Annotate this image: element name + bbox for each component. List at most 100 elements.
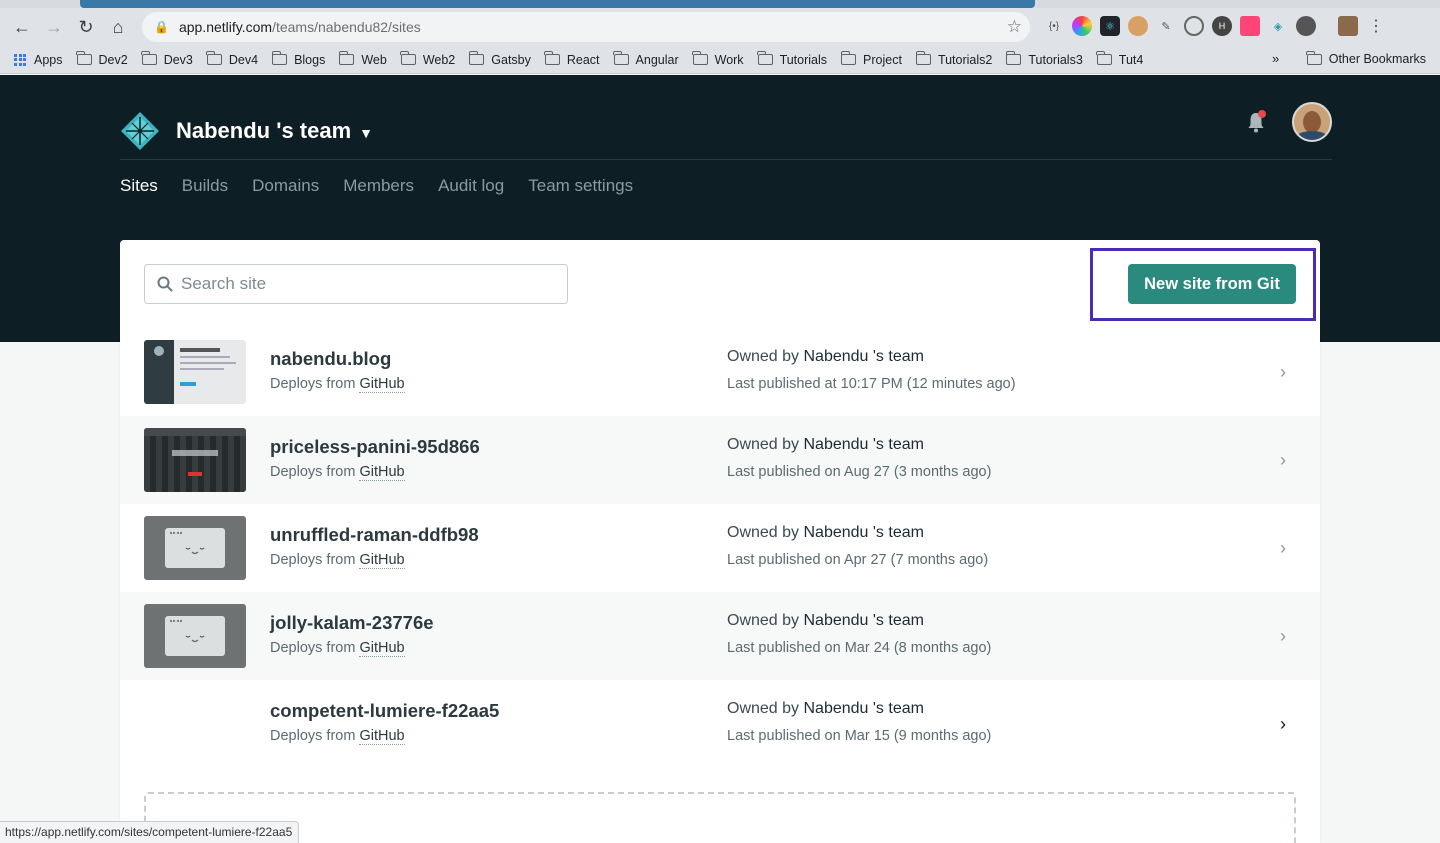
- bookmark-apps[interactable]: Apps: [14, 53, 63, 67]
- bookmark-folder[interactable]: Gatsby: [468, 51, 531, 67]
- folder-icon: [757, 51, 773, 65]
- site-deploy-info: Deploys from GitHub: [270, 552, 405, 569]
- bookmark-folder[interactable]: Tut4: [1096, 51, 1143, 67]
- bookmark-folder[interactable]: Project: [840, 51, 902, 67]
- tab-domains[interactable]: Domains: [252, 176, 319, 196]
- folder-icon: [692, 51, 708, 65]
- site-owner: Owned by Nabendu 's team: [727, 612, 924, 629]
- home-icon[interactable]: ⌂: [102, 11, 134, 43]
- site-owner: Owned by Nabendu 's team: [727, 524, 924, 541]
- deploy-source-link[interactable]: GitHub: [359, 640, 405, 657]
- tab-team-settings[interactable]: Team settings: [528, 176, 633, 196]
- bookmark-folder[interactable]: Tutorials: [757, 51, 827, 67]
- bookmark-folder[interactable]: Dev4: [206, 51, 258, 67]
- chevron-right-icon[interactable]: ›: [1280, 626, 1286, 647]
- tab-sites[interactable]: Sites: [120, 176, 158, 196]
- search-input[interactable]: [181, 274, 541, 294]
- team-switcher[interactable]: Nabendu 's team: [176, 118, 351, 144]
- other-bookmarks[interactable]: Other Bookmarks: [1306, 50, 1426, 66]
- site-name[interactable]: competent-lumiere-f22aa5: [270, 700, 499, 722]
- extension-color-icon[interactable]: [1072, 16, 1092, 36]
- site-name[interactable]: jolly-kalam-23776e: [270, 612, 434, 634]
- bookmark-folder[interactable]: Angular: [613, 51, 679, 67]
- bookmark-label: Gatsby: [491, 52, 531, 67]
- extensions: {•} ⚛ ✎ H ◈ ⋮: [1044, 16, 1386, 36]
- tab-builds[interactable]: Builds: [182, 176, 228, 196]
- extension-json-icon[interactable]: {•}: [1044, 16, 1064, 36]
- tab-members[interactable]: Members: [343, 176, 414, 196]
- deploy-source-link[interactable]: GitHub: [359, 728, 405, 745]
- folder-icon: [1005, 51, 1022, 65]
- extension-target-icon[interactable]: [1184, 16, 1204, 36]
- site-name[interactable]: priceless-panini-95d866: [270, 436, 480, 458]
- chevron-right-icon[interactable]: ›: [1280, 362, 1286, 383]
- bookmark-folder[interactable]: Tutorials2: [915, 51, 992, 67]
- extension-netlify-icon[interactable]: ◈: [1268, 16, 1288, 36]
- extension-react-icon[interactable]: ⚛: [1100, 16, 1120, 36]
- deploy-source-link[interactable]: GitHub: [359, 464, 405, 481]
- tab-strip: [0, 0, 1440, 8]
- site-thumbnail-placeholder: [144, 516, 246, 580]
- bookmark-folder[interactable]: React: [544, 51, 600, 67]
- extension-pen-icon[interactable]: ✎: [1156, 16, 1176, 36]
- bookmark-folder[interactable]: Dev3: [141, 51, 193, 67]
- site-deploy-info: Deploys from GitHub: [270, 640, 405, 657]
- bookmark-star-icon[interactable]: ☆: [1007, 17, 1022, 37]
- bookmark-folder[interactable]: Web: [338, 51, 387, 67]
- bookmark-folder[interactable]: Work: [692, 51, 744, 67]
- netlify-logo-icon[interactable]: [120, 111, 160, 151]
- bookmark-label: Tutorials3: [1028, 52, 1083, 67]
- folder-icon: [1306, 50, 1322, 65]
- address-bar[interactable]: 🔒 app.netlify.com/teams/nabendu82/sites …: [142, 12, 1030, 42]
- site-row[interactable]: nabendu.blog Deploys from GitHub Owned by …: [120, 328, 1320, 416]
- site-row[interactable]: unruffled-raman-ddfb98 Deploys from GitHu…: [120, 504, 1320, 592]
- site-name[interactable]: unruffled-raman-ddfb98: [270, 524, 479, 546]
- site-thumbnail: [144, 340, 246, 404]
- search-box[interactable]: [144, 264, 568, 304]
- extension-clock-icon[interactable]: [1296, 16, 1316, 36]
- menu-kebab-icon[interactable]: ⋮: [1366, 16, 1386, 36]
- profile-icon[interactable]: [1338, 16, 1358, 36]
- bookmark-folder[interactable]: Blogs: [271, 51, 325, 67]
- deploy-source-link[interactable]: GitHub: [359, 376, 405, 393]
- site-deploy-info: Deploys from GitHub: [270, 464, 405, 481]
- chevron-right-icon[interactable]: ›: [1280, 714, 1286, 735]
- bookmark-folder[interactable]: Dev2: [76, 51, 128, 67]
- bookmark-folder[interactable]: Web2: [400, 51, 456, 67]
- site-published: Last published on Apr 27 (7 months ago): [727, 552, 989, 568]
- back-arrow-icon[interactable]: ←: [6, 11, 38, 43]
- bookmark-label: Angular: [635, 52, 679, 67]
- bookmarks-bar: Apps Dev2 Dev3 Dev4 Blogs Web Web2 Gatsby React…: [0, 46, 1440, 74]
- chevron-right-icon[interactable]: ›: [1280, 450, 1286, 471]
- folder-icon: [271, 51, 288, 65]
- tab-audit-log[interactable]: Audit log: [438, 176, 504, 196]
- new-site-from-git-button[interactable]: New site from Git: [1128, 264, 1296, 304]
- site-owner: Owned by Nabendu 's team: [727, 436, 924, 453]
- chevron-right-icon[interactable]: ›: [1280, 538, 1286, 559]
- extension-video-icon[interactable]: [1240, 16, 1260, 36]
- site-row[interactable]: jolly-kalam-23776e Deploys from GitHub Own…: [120, 592, 1320, 680]
- site-row[interactable]: competent-lumiere-f22aa5 Deploys from Git…: [120, 680, 1320, 768]
- site-owner: Owned by Nabendu 's team: [727, 700, 924, 717]
- drop-zone[interactable]: [144, 792, 1296, 843]
- folder-icon: [840, 51, 857, 65]
- reload-icon[interactable]: ↻: [70, 11, 102, 43]
- site-name[interactable]: nabendu.blog: [270, 348, 391, 370]
- bookmarks-overflow-icon[interactable]: »: [1272, 51, 1279, 66]
- chevron-down-icon[interactable]: ▼: [359, 125, 373, 141]
- extension-h-icon[interactable]: H: [1212, 16, 1232, 36]
- site-deploy-info: Deploys from GitHub: [270, 376, 405, 393]
- bookmark-label: Other Bookmarks: [1328, 52, 1426, 66]
- team-nav: Sites Builds Domains Members Audit log Team s…: [120, 176, 633, 196]
- url-path: /teams/nabendu82/sites: [272, 19, 421, 35]
- deploy-source-link[interactable]: GitHub: [359, 552, 405, 569]
- extension-cookie-icon[interactable]: [1128, 16, 1148, 36]
- forward-arrow-icon[interactable]: →: [38, 11, 70, 43]
- active-tab[interactable]: [80, 0, 1035, 8]
- bookmark-label: Work: [714, 52, 744, 67]
- site-row[interactable]: priceless-panini-95d866 Deploys from GitH…: [120, 416, 1320, 504]
- bookmark-folder[interactable]: Tutorials3: [1005, 51, 1083, 67]
- avatar[interactable]: [1292, 102, 1332, 142]
- bookmark-label: Web2: [422, 52, 456, 67]
- site-deploy-info: Deploys from GitHub: [270, 728, 405, 745]
